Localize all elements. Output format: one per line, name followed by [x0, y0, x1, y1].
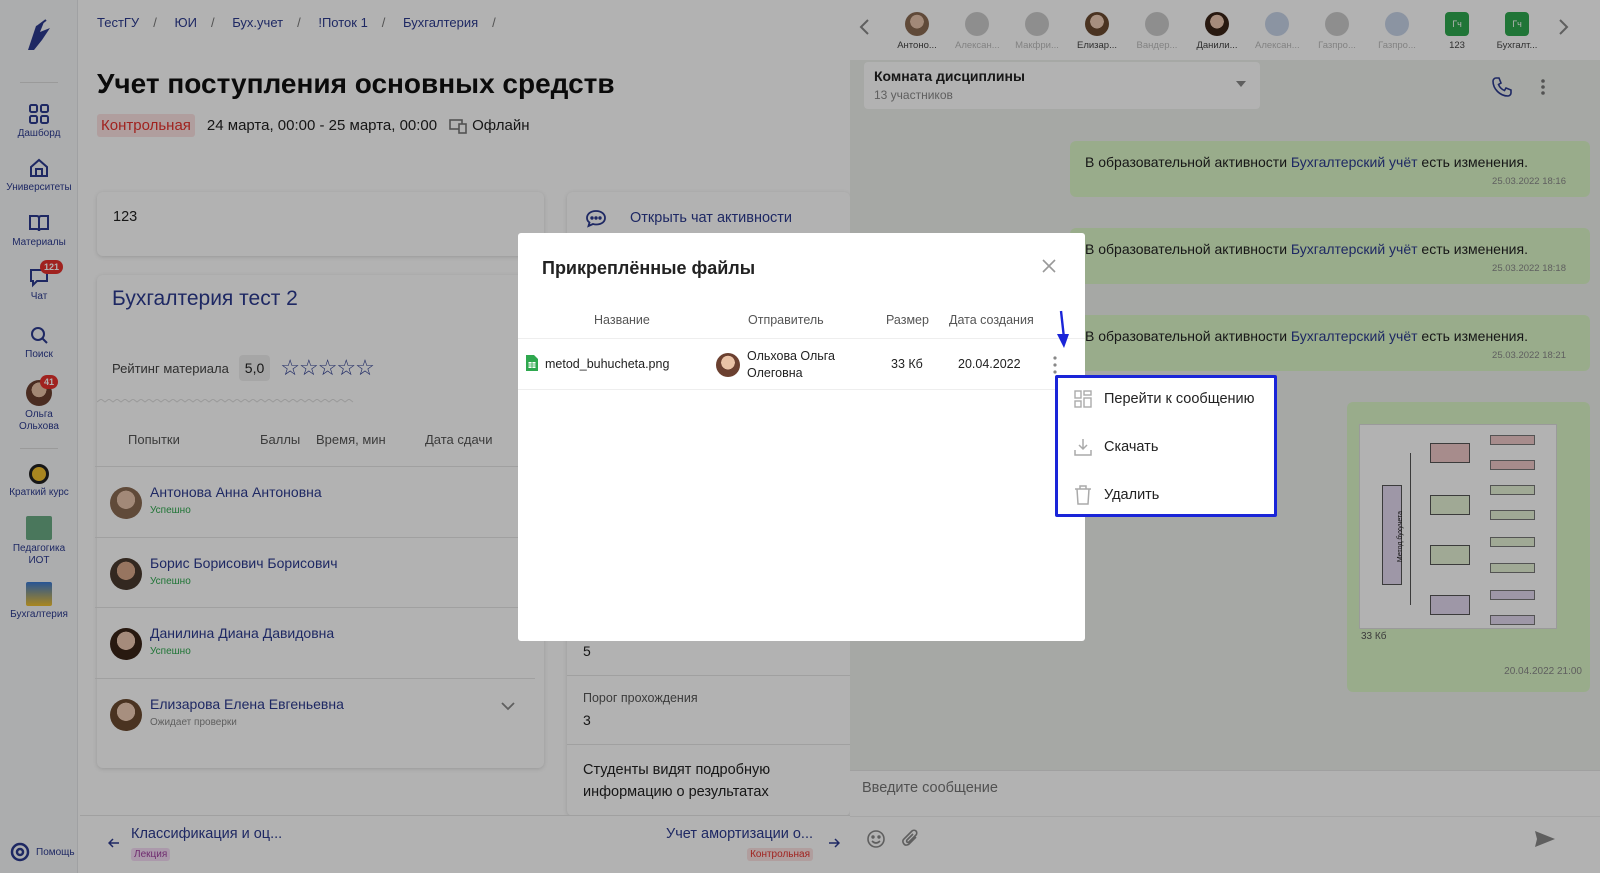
- file-row[interactable]: metod_buhucheta.png Ольхова Ольга Олегов…: [518, 338, 1085, 390]
- file-name[interactable]: metod_buhucheta.png: [545, 357, 669, 371]
- menu-item-label: Перейти к сообщению: [1104, 391, 1255, 407]
- column-name: Название: [594, 313, 650, 327]
- file-sender: Ольхова Ольга Олеговна: [747, 349, 836, 380]
- download-icon: [1074, 439, 1092, 456]
- menu-item-label: Скачать: [1104, 439, 1159, 455]
- avatar: [716, 353, 740, 377]
- file-size: 33 Кб: [891, 357, 923, 371]
- grid-icon: [1074, 390, 1092, 408]
- attached-files-modal: Прикреплённые файлы Название Отправитель…: [518, 233, 1085, 641]
- column-date: Дата создания: [949, 313, 1034, 327]
- file-date: 20.04.2022: [958, 357, 1021, 371]
- trash-icon: [1075, 485, 1091, 505]
- download-menu-item[interactable]: Скачать: [1074, 432, 1158, 462]
- more-vertical-icon[interactable]: [1052, 355, 1058, 375]
- modal-title: Прикреплённые файлы: [542, 258, 756, 278]
- delete-menu-item[interactable]: Удалить: [1074, 480, 1159, 510]
- file-sheet-icon: [526, 355, 538, 371]
- file-context-menu: Перейти к сообщению Скачать Удалить: [1055, 375, 1277, 517]
- close-icon[interactable]: [1042, 259, 1056, 273]
- column-sender: Отправитель: [748, 313, 824, 327]
- go-to-message-menu-item[interactable]: Перейти к сообщению: [1074, 384, 1255, 414]
- annotation-arrow-icon: [1057, 310, 1069, 348]
- menu-item-label: Удалить: [1104, 487, 1160, 503]
- column-size: Размер: [886, 313, 929, 327]
